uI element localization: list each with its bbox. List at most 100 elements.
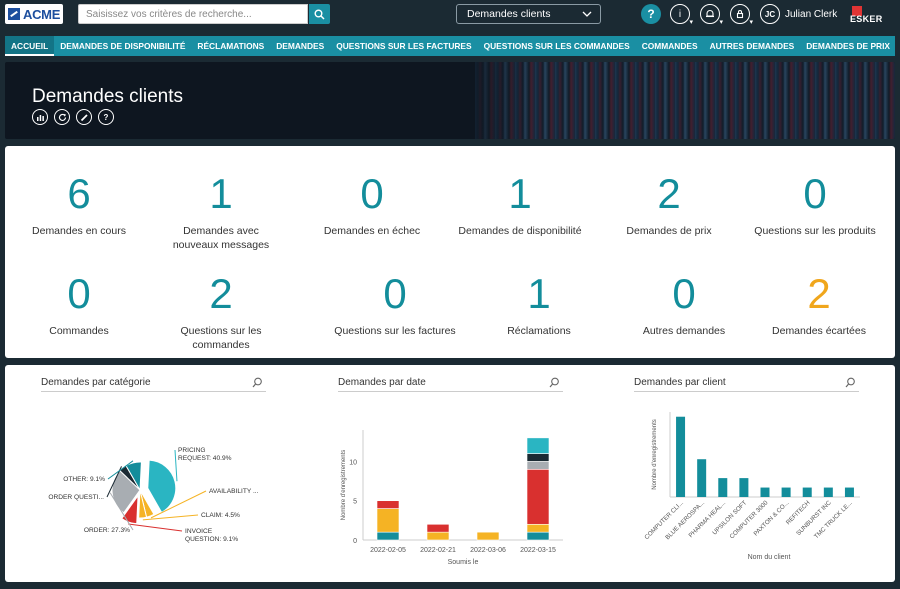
kpi-value: 0 bbox=[67, 270, 91, 317]
kpi-value: 0 bbox=[803, 170, 827, 217]
view-selector-value: Demandes clients bbox=[467, 8, 551, 20]
bar-segment[interactable] bbox=[526, 453, 550, 462]
bar-segment[interactable] bbox=[376, 531, 400, 541]
x-axis-label: Nom du client bbox=[748, 554, 791, 561]
kpi-value: 1 bbox=[508, 170, 532, 217]
bar[interactable] bbox=[760, 487, 770, 497]
bar-segment[interactable] bbox=[526, 468, 550, 525]
kpi-questions-commandes[interactable]: 2 Questions sur les commandes bbox=[147, 270, 295, 352]
bar[interactable] bbox=[739, 478, 749, 497]
search-input[interactable]: Saisissez vos critères de recherche... bbox=[78, 4, 308, 24]
kpi-label: Autres demandes bbox=[642, 325, 726, 337]
pie-slice-label: AVAILABILITY ... bbox=[209, 488, 259, 495]
pie-chart: PRICING REQUEST: 40.9% AVAILABILITY ... CLA… bbox=[48, 447, 259, 543]
notification-bell-icon[interactable]: ▾ bbox=[700, 4, 723, 26]
kpi-nouveaux-messages[interactable]: 1 Demandes avec nouveaux messages bbox=[147, 170, 295, 252]
kpi-value: 6 bbox=[67, 170, 91, 217]
bar[interactable] bbox=[718, 478, 728, 497]
pie-slice-label: OTHER: 9.1% bbox=[63, 476, 105, 483]
bar-segment[interactable] bbox=[526, 461, 550, 470]
kpi-panel: 6 Demandes en cours 1 Demandes avec nouv… bbox=[5, 146, 895, 358]
bar-segment[interactable] bbox=[476, 531, 500, 541]
banner-background bbox=[475, 62, 895, 139]
kpi-autres-demandes[interactable]: 0 Autres demandes bbox=[610, 270, 758, 338]
kpi-label: Demandes avec nouveaux messages bbox=[172, 225, 270, 251]
kpi-value: 2 bbox=[209, 270, 233, 317]
search-icon[interactable] bbox=[845, 377, 856, 388]
nav-tab-questions-factures[interactable]: QUESTIONS SUR LES FACTURES bbox=[330, 36, 477, 56]
nav-tab-demandes[interactable]: DEMANDES bbox=[270, 36, 330, 56]
bar[interactable] bbox=[844, 487, 854, 497]
pie-slice-label: CLAIM: 4.5% bbox=[201, 512, 240, 519]
bar-segment[interactable] bbox=[526, 437, 550, 454]
pie-slice-label: ORDER QUESTI... bbox=[48, 494, 104, 501]
kpi-questions-produits[interactable]: 0 Questions sur les produits bbox=[741, 170, 889, 238]
kpi-demandes-ecartees[interactable]: 2 Demandes écartées bbox=[745, 270, 893, 338]
kpi-demandes-en-cours[interactable]: 6 Demandes en cours bbox=[5, 170, 153, 238]
kpi-en-echec[interactable]: 0 Demandes en échec bbox=[298, 170, 446, 238]
x-tick-label: COMPUTER 3000 bbox=[728, 499, 769, 540]
bar[interactable] bbox=[781, 487, 791, 497]
page-title: Demandes clients bbox=[32, 86, 184, 107]
info-icon[interactable]: i ▾ bbox=[670, 4, 693, 26]
kpi-demandes-prix[interactable]: 2 Demandes de prix bbox=[595, 170, 743, 238]
kpi-label: Demandes en échec bbox=[323, 225, 421, 237]
kpi-commandes[interactable]: 0 Commandes bbox=[5, 270, 153, 338]
nav-tab-commandes[interactable]: COMMANDES bbox=[636, 36, 704, 56]
nav-tab-disponibilite[interactable]: DEMANDES DE DISPONIBILITÉ bbox=[54, 36, 191, 56]
nav-more-icon[interactable]: ▼ bbox=[896, 41, 900, 51]
kpi-label: Questions sur les commandes bbox=[180, 325, 262, 351]
pie-slice[interactable] bbox=[147, 459, 177, 514]
help-icon[interactable]: ? bbox=[98, 109, 114, 125]
search-icon bbox=[314, 9, 325, 20]
search-button[interactable] bbox=[309, 4, 330, 24]
x-tick-label: PHARMA HEAL... bbox=[687, 499, 727, 539]
bar-segment[interactable] bbox=[426, 531, 450, 541]
logo-mark-icon bbox=[8, 8, 20, 20]
refresh-icon[interactable] bbox=[54, 109, 70, 125]
kpi-questions-factures[interactable]: 0 Questions sur les factures bbox=[321, 270, 469, 338]
shield-icon[interactable]: ▾ bbox=[730, 4, 753, 26]
bar-segment[interactable] bbox=[426, 523, 450, 533]
nav-tab-questions-commandes[interactable]: QUESTIONS SUR LES COMMANDES bbox=[478, 36, 636, 56]
bar-segment[interactable] bbox=[526, 531, 550, 541]
user-avatar[interactable]: JC bbox=[760, 4, 780, 24]
chart-title-date: Demandes par date bbox=[338, 377, 563, 392]
help-button[interactable]: ? bbox=[641, 4, 661, 24]
bar-segment[interactable] bbox=[376, 508, 400, 533]
main-nav: ACCUEIL DEMANDES DE DISPONIBILITÉ RÉCLAM… bbox=[5, 36, 895, 56]
kpi-disponibilite[interactable]: 1 Demandes de disponibilité bbox=[446, 170, 594, 238]
y-axis-label: Nombre d'enregistrements bbox=[341, 450, 347, 521]
bar[interactable] bbox=[823, 487, 833, 497]
nav-tab-accueil[interactable]: ACCUEIL bbox=[5, 36, 55, 56]
company-logo[interactable]: ACME bbox=[5, 4, 63, 24]
esker-brand-text: ESKER bbox=[850, 14, 883, 24]
esker-logo: ESKER bbox=[850, 6, 892, 24]
bar[interactable] bbox=[676, 416, 686, 497]
pie-slice-label: INVOICE QUESTION: 9.1% bbox=[185, 528, 238, 543]
report-icon[interactable] bbox=[32, 109, 48, 125]
x-tick-label: COMPUTER CLI... bbox=[643, 499, 685, 541]
kpi-label: Demandes de prix bbox=[626, 225, 712, 237]
kpi-value: 1 bbox=[209, 170, 233, 217]
logo-text: ACME bbox=[23, 6, 61, 22]
edit-icon[interactable] bbox=[76, 109, 92, 125]
kpi-label: Questions sur les factures bbox=[334, 325, 456, 337]
view-selector[interactable]: Demandes clients bbox=[456, 4, 601, 24]
bar[interactable] bbox=[697, 459, 707, 497]
x-tick-label: TMC TRUCK LE... bbox=[813, 499, 854, 540]
nav-tab-demandes-prix[interactable]: DEMANDES DE PRIX bbox=[800, 36, 896, 56]
search-icon[interactable] bbox=[252, 377, 263, 388]
kpi-label: Demandes en cours bbox=[32, 225, 126, 237]
bar-segment[interactable] bbox=[376, 500, 400, 509]
x-tick-label: 2022-02-05 bbox=[370, 547, 406, 554]
kpi-value: 2 bbox=[657, 170, 681, 217]
nav-tab-reclamations[interactable]: RÉCLAMATIONS bbox=[191, 36, 270, 56]
kpi-reclamations[interactable]: 1 Réclamations bbox=[465, 270, 613, 338]
bar-segment[interactable] bbox=[526, 523, 550, 533]
bar[interactable] bbox=[802, 487, 812, 497]
user-name[interactable]: Julian Clerk bbox=[785, 9, 837, 20]
search-icon[interactable] bbox=[549, 377, 560, 388]
nav-tab-autres-demandes[interactable]: AUTRES DEMANDES bbox=[704, 36, 801, 56]
pie-slice-label: ORDER: 27.3% bbox=[84, 527, 130, 534]
